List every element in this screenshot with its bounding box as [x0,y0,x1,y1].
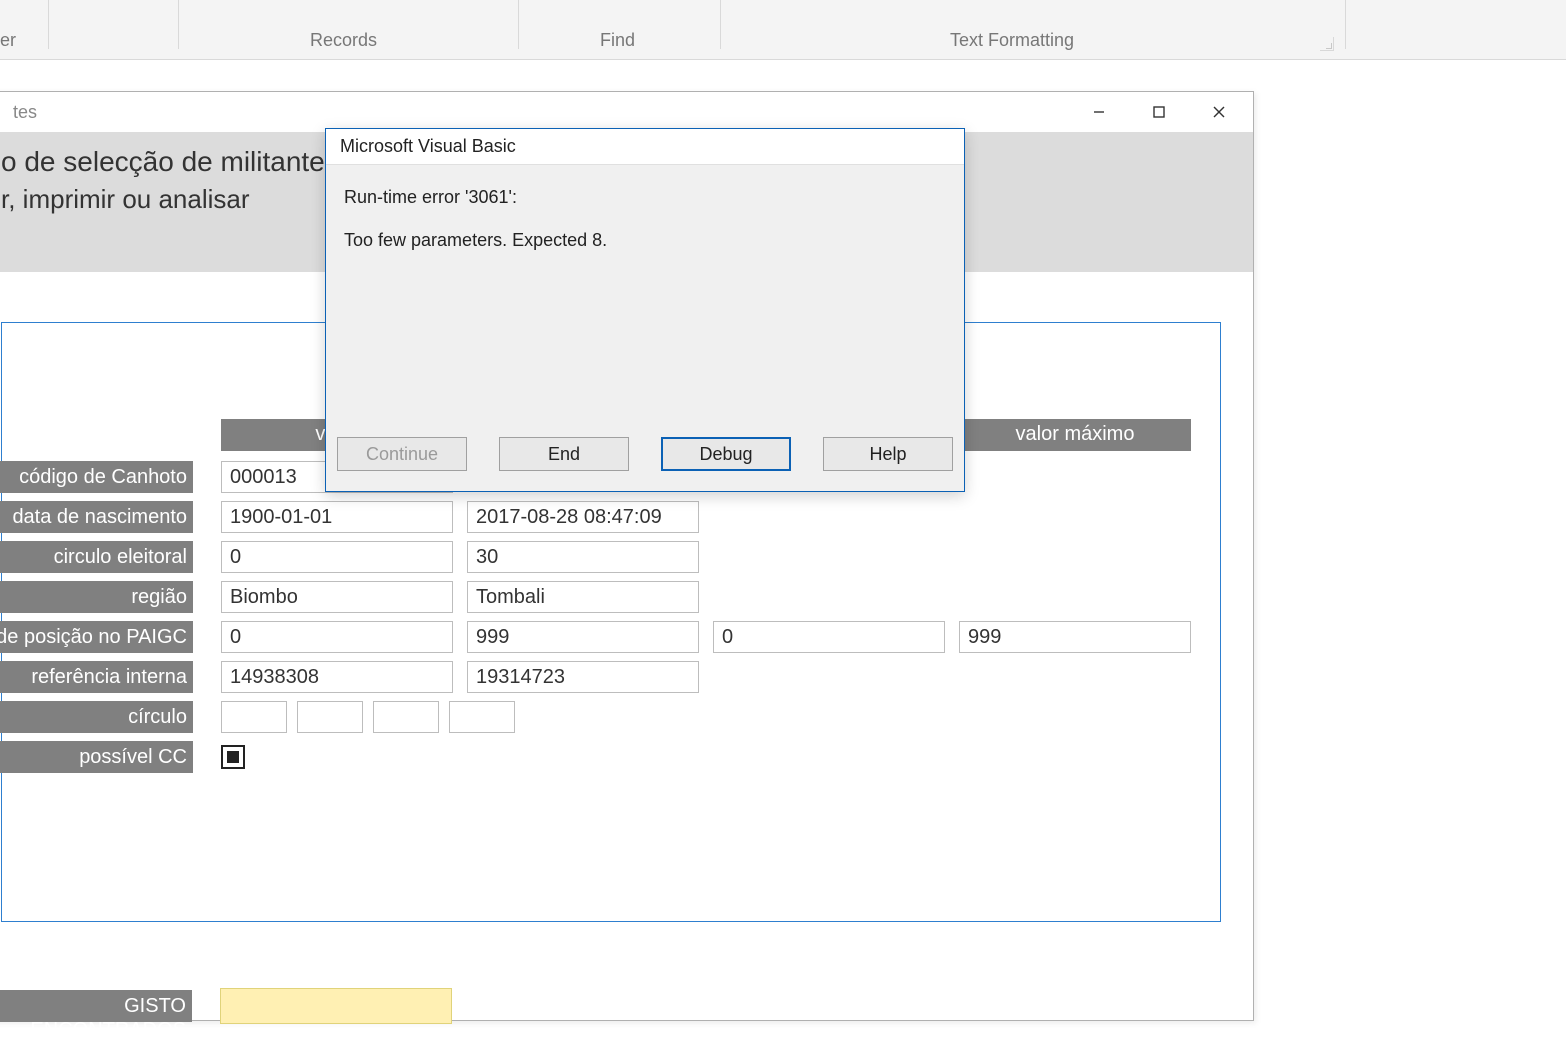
dialog-launcher-icon[interactable] [1320,37,1334,51]
ribbon-group-textformatting: Text Formatting [950,30,1074,51]
ribbon-separator [518,0,519,49]
debug-button[interactable]: Debug [661,437,791,471]
ribbon-separator [720,0,721,49]
close-button[interactable] [1189,93,1249,131]
ribbon: er Records Find Text Formatting [0,0,1566,60]
label-data-nascimento: data de nascimento [0,501,193,533]
label-codigo: código de Canhoto [0,461,193,493]
vba-dialog-title: Microsoft Visual Basic [326,129,964,165]
row-registos-encontrados: GISTO ENCONTRADOS [0,988,452,1024]
input-posicao-2[interactable]: 999 [467,621,699,653]
checkbox-indeterminate-icon [227,751,239,763]
input-data-2[interactable]: 2017-08-28 08:47:09 [467,501,699,533]
row-regiao: região Biombo Tombali [2,577,1220,617]
ribbon-separator [1345,0,1346,49]
label-regiao: região [0,581,193,613]
label-circulo: círculo [0,701,193,733]
form-titlebar: tes [0,92,1253,132]
input-regiao-2[interactable]: Tombali [467,581,699,613]
row-posicao: de posição no PAIGC 0 999 0 999 [2,617,1220,657]
input-ref-1[interactable]: 14938308 [221,661,453,693]
input-regiao-1[interactable]: Biombo [221,581,453,613]
input-posicao-4[interactable]: 999 [959,621,1191,653]
input-circ-c[interactable] [373,701,439,733]
input-circ-d[interactable] [449,701,515,733]
row-referencia: referência interna 14938308 19314723 [2,657,1220,697]
row-circulo-eleitoral: circulo eleitoral 0 30 [2,537,1220,577]
end-button[interactable]: End [499,437,629,471]
label-posicao: de posição no PAIGC [0,621,193,653]
vba-error-line-1: Run-time error '3061': [344,187,946,208]
ribbon-group-records: Records [310,30,377,51]
vba-dialog-buttons: Continue End Debug Help [326,437,964,471]
ribbon-fragment-left: er [0,30,16,51]
row-circulo: círculo [2,697,1220,737]
continue-button: Continue [337,437,467,471]
row-data-nascimento: data de nascimento 1900-01-01 2017-08-28… [2,497,1220,537]
input-circ-b[interactable] [297,701,363,733]
input-ref-2[interactable]: 19314723 [467,661,699,693]
row-possivel-cc: possível CC [2,737,1220,777]
input-posicao-1[interactable]: 0 [221,621,453,653]
output-registos-encontrados [220,988,452,1024]
input-circ-a[interactable] [221,701,287,733]
ribbon-separator [48,0,49,49]
window-controls [1069,93,1249,131]
label-registos-encontrados: GISTO ENCONTRADOS [0,990,192,1022]
input-circulo-2[interactable]: 30 [467,541,699,573]
col-header-max: valor máximo [959,419,1191,451]
label-possivel-cc: possível CC [0,741,193,773]
help-button[interactable]: Help [823,437,953,471]
label-circulo-eleitoral: circulo eleitoral [0,541,193,573]
input-circulo-1[interactable]: 0 [221,541,453,573]
form-title: tes [0,102,37,123]
label-referencia: referência interna [0,661,193,693]
vba-error-dialog: Microsoft Visual Basic Run-time error '3… [325,128,965,492]
input-posicao-3[interactable]: 0 [713,621,945,653]
vba-error-line-2: Too few parameters. Expected 8. [344,230,946,251]
input-data-1[interactable]: 1900-01-01 [221,501,453,533]
ribbon-group-find: Find [600,30,635,51]
maximize-button[interactable] [1129,93,1189,131]
ribbon-separator [178,0,179,49]
minimize-button[interactable] [1069,93,1129,131]
checkbox-possivel-cc[interactable] [221,745,245,769]
vba-dialog-body: Run-time error '3061': Too few parameter… [326,165,964,273]
